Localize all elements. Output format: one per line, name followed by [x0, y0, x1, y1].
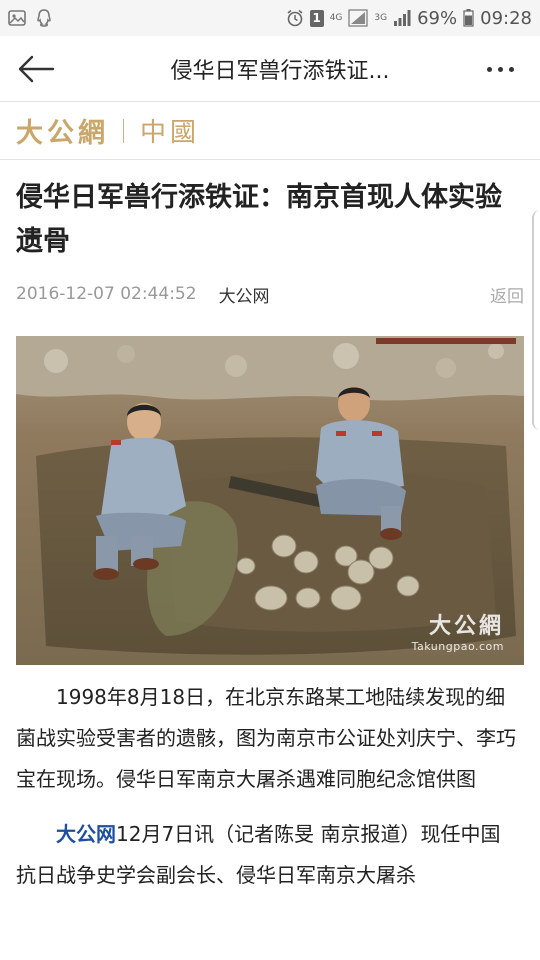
return-link[interactable]: 返回: [490, 282, 524, 307]
more-dot: [497, 66, 503, 72]
more-button[interactable]: [480, 54, 520, 84]
watermark-url: Takungpao.com: [411, 640, 504, 653]
status-left: [8, 9, 52, 27]
brand-section[interactable]: 中國: [140, 112, 200, 149]
battery-icon: [463, 9, 474, 27]
status-bar: 1 4G 3G 69% 09:28: [0, 0, 540, 36]
arrow-left-icon: [18, 55, 55, 82]
alarm-icon: [286, 9, 304, 27]
qq-icon: [36, 9, 52, 27]
edge-scroll-handle[interactable]: [532, 210, 540, 430]
more-dot: [508, 66, 514, 72]
image-icon: [8, 10, 26, 26]
takungpao-logo[interactable]: 大公網: [16, 111, 109, 150]
article-body-paragraph: 大公网12月7日讯（记者陈旻 南京报道）现任中国抗日战争史学会副会长、侵华日军南…: [0, 814, 540, 896]
article-photo: 大公網 Takungpao.com: [16, 336, 524, 665]
photo-caption: 1998年8月18日，在北京东路某工地陆续发现的细菌战实验受害者的遗骸，图为南京…: [16, 685, 516, 791]
signal-icon-1: [348, 9, 369, 27]
network-3g-label: 3G: [374, 12, 388, 23]
sim-badge: 1: [309, 9, 324, 27]
article-meta: 2016-12-07 02:44:52 大公网 返回: [0, 264, 540, 308]
article-source: 大公网: [218, 286, 270, 307]
signal-icon-2: [393, 9, 411, 27]
brand-divider: [123, 118, 124, 143]
article-date: 2016-12-07 02:44:52: [16, 284, 197, 304]
back-button[interactable]: [0, 36, 72, 102]
status-right: 1 4G 3G 69% 09:28: [286, 8, 532, 29]
body-source-link[interactable]: 大公网: [56, 822, 116, 846]
more-dots-icon: [486, 66, 492, 72]
photo-watermark: 大公網 Takungpao.com: [412, 608, 504, 653]
network-4g-label: 4G: [329, 12, 343, 23]
clock: 09:28: [480, 7, 532, 29]
nav-header: 侵华日军兽行添铁证...: [0, 36, 540, 102]
brand-bar: 大公網 中國: [0, 102, 540, 160]
article-title: 侵华日军兽行添铁证：南京首现人体实验遗骨: [16, 182, 502, 257]
watermark-logo: 大公網: [428, 613, 504, 639]
nav-title: 侵华日军兽行添铁证...: [170, 58, 390, 84]
battery-percent: 69%: [417, 7, 458, 29]
